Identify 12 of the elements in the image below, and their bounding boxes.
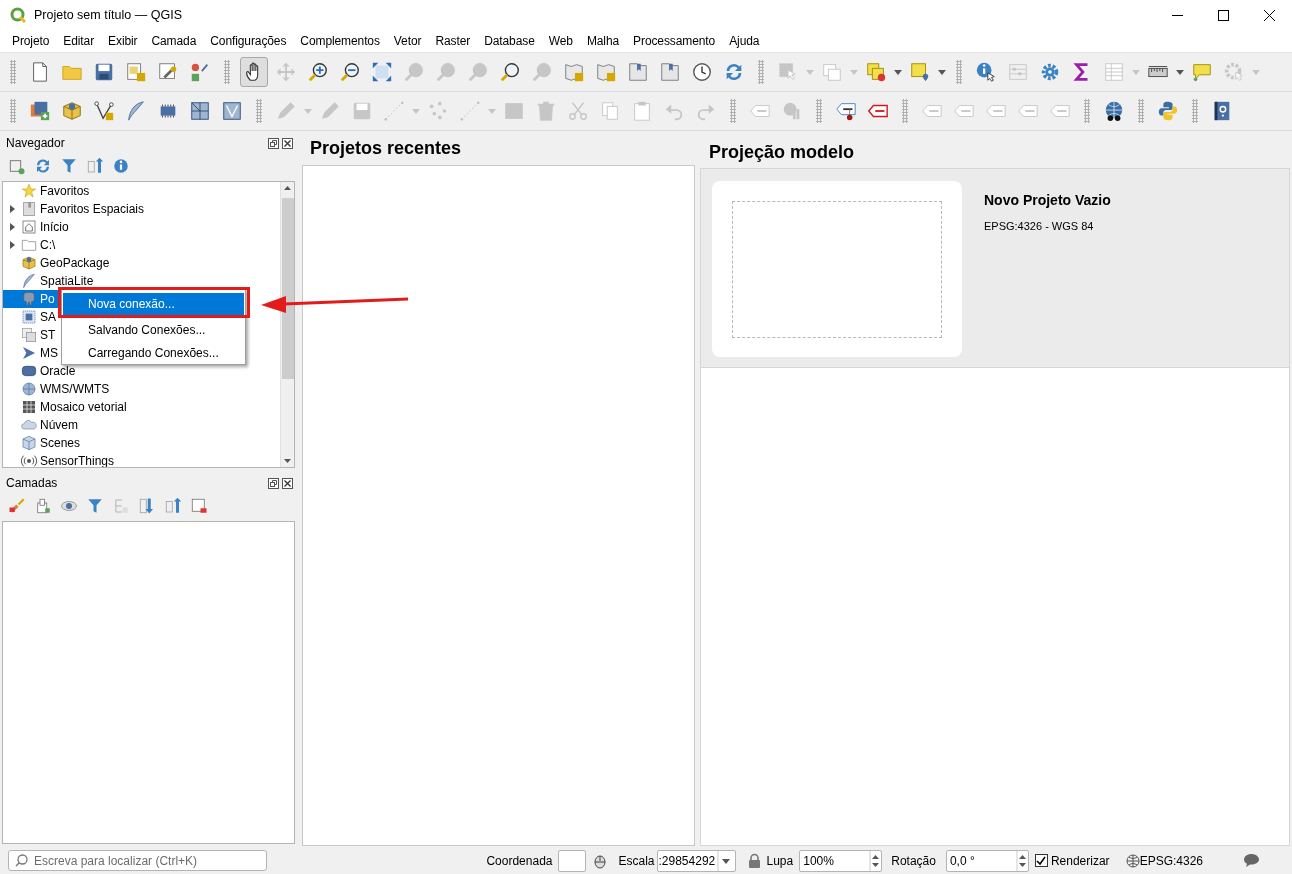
rotation-label: Rotação	[891, 853, 936, 868]
panel-title: Camadas	[6, 476, 58, 490]
template-crs: EPSG:4326 - WGS 84	[984, 220, 1095, 232]
section-heading: Projetos recentes	[309, 136, 463, 160]
coordinate-label: Coordenada	[486, 853, 553, 868]
template-name: Novo Projeto Vazio	[984, 192, 1111, 208]
scale-label: Escala	[618, 853, 655, 868]
window-title: Projeto sem título — QGIS	[34, 8, 182, 22]
section-heading: Projeção modelo	[708, 141, 856, 164]
render-label: Renderizar	[1050, 853, 1110, 868]
panel-title: Navegador	[6, 136, 65, 150]
magnifier-label: Lupa	[766, 853, 794, 868]
